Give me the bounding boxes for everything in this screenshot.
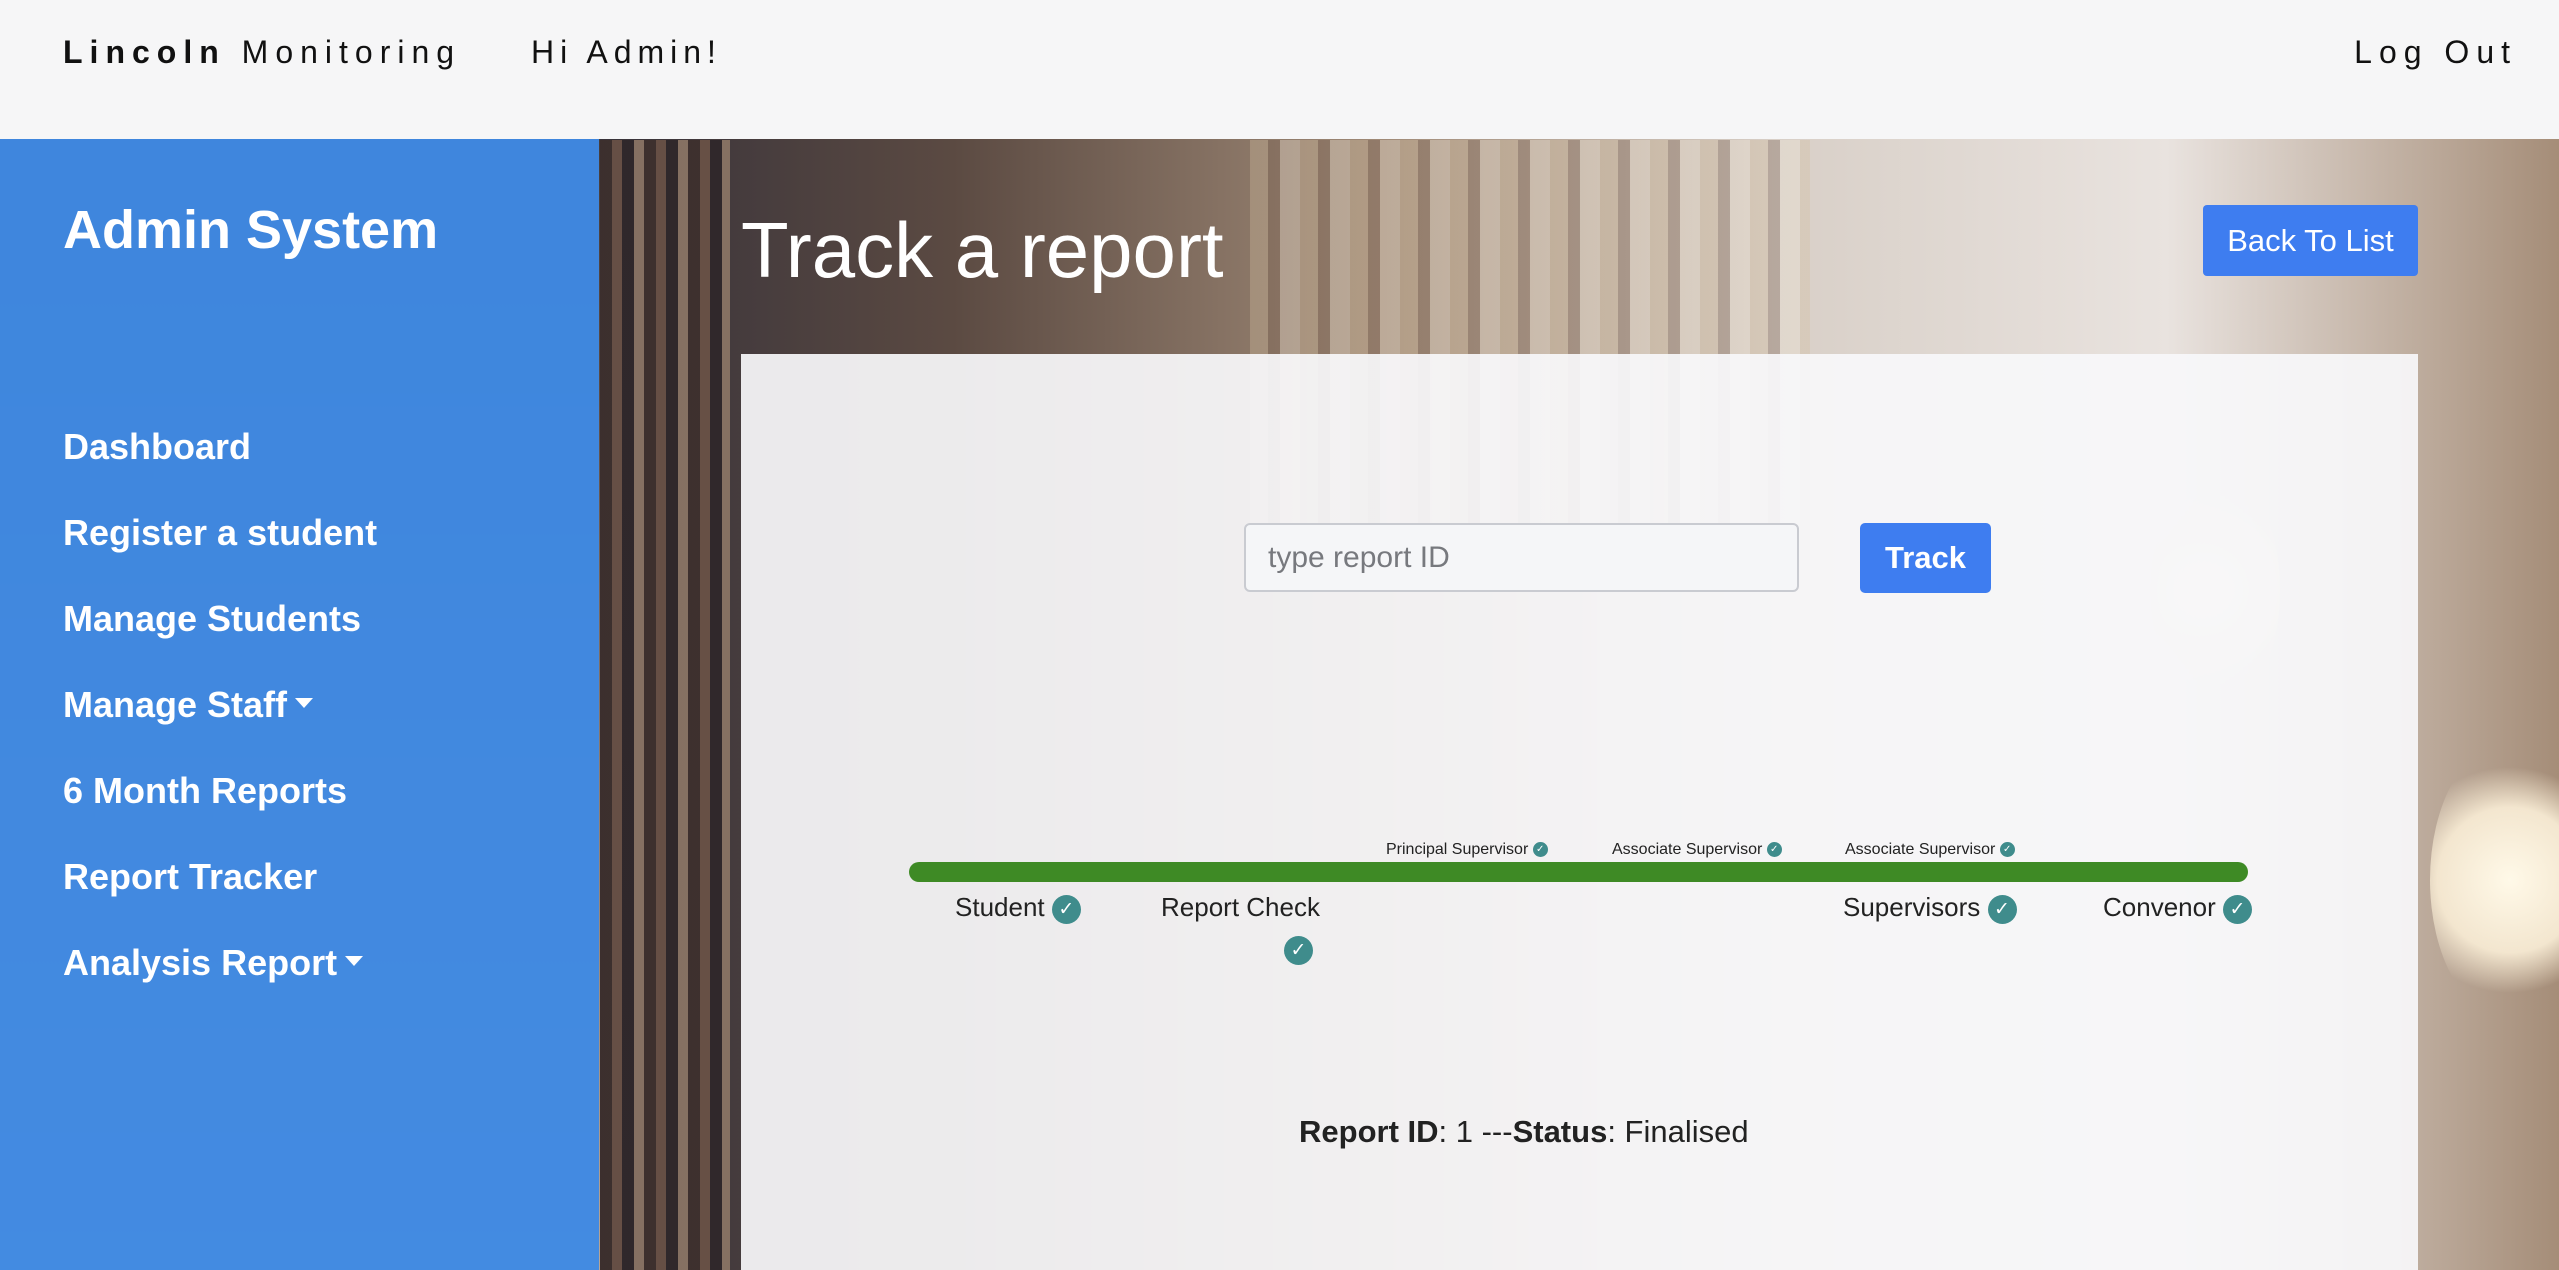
page-title: Track a report <box>741 206 1224 294</box>
brand-logo[interactable]: Lincoln Monitoring <box>63 34 461 71</box>
status-label: Status <box>1512 1114 1608 1149</box>
sidebar-item-label: Analysis Report <box>63 942 338 983</box>
report-id-value: : 1 --- <box>1438 1114 1513 1149</box>
sidebar-title: Admin System <box>63 200 439 260</box>
check-circle-icon: ✓ <box>1999 842 2015 858</box>
logout-link[interactable]: Log Out <box>2354 34 2517 71</box>
supervisor-check-label: Associate Supervisor <box>1845 841 1996 858</box>
sidebar-item-dashboard[interactable]: Dashboard <box>63 426 251 468</box>
sidebar-item-6-month-reports[interactable]: 6 Month Reports <box>63 770 347 812</box>
check-circle-icon: ✓ <box>1532 842 1548 858</box>
sidebar-item-manage-students[interactable]: Manage Students <box>63 598 361 640</box>
stage-label: Supervisors <box>1843 892 1981 922</box>
stage-convenor: Convenor ✓ <box>2103 892 2252 924</box>
supervisor-check-label: Principal Supervisor <box>1386 841 1529 858</box>
book-spines-left <box>600 140 730 1270</box>
associate-supervisor-check-1: Associate Supervisor ✓ <box>1612 841 1782 859</box>
stage-supervisors: Supervisors ✓ <box>1843 892 2017 924</box>
top-navbar: Lincoln Monitoring Hi Admin! Log Out <box>0 0 2559 139</box>
greeting-text: Hi Admin! <box>531 34 722 70</box>
report-id-input[interactable] <box>1244 523 1799 592</box>
tracker-panel: Track Principal Supervisor ✓ Associate S… <box>741 354 2418 1270</box>
sidebar-item-manage-staff[interactable]: Manage Staff <box>63 684 314 726</box>
sidebar: Admin System Dashboard Register a studen… <box>0 139 599 1270</box>
check-circle-icon: ✓ <box>1766 842 1782 858</box>
back-to-list-button[interactable]: Back To List <box>2203 205 2418 276</box>
report-id-label: Report ID <box>1299 1114 1439 1149</box>
stage-label: Student <box>955 892 1045 922</box>
supervisor-check-label: Associate Supervisor <box>1612 841 1763 858</box>
sidebar-item-label: Register a student <box>63 512 378 553</box>
sidebar-item-label: Manage Students <box>63 598 362 639</box>
check-circle-icon: ✓ <box>1987 894 2017 924</box>
associate-supervisor-check-2: Associate Supervisor ✓ <box>1845 841 2015 859</box>
status-value: : Finalised <box>1607 1114 1749 1149</box>
sidebar-item-report-tracker[interactable]: Report Tracker <box>63 856 317 898</box>
principal-supervisor-check: Principal Supervisor ✓ <box>1386 841 1548 859</box>
caret-down-icon <box>345 956 364 967</box>
sidebar-item-label: Dashboard <box>63 426 252 467</box>
stage-report-check: Report Check <box>1161 892 1320 923</box>
report-status-line: Report ID: 1 ---Status: Finalised <box>1299 1114 1749 1150</box>
check-circle-icon: ✓ <box>1284 936 1313 965</box>
brand-rest-text: Monitoring <box>241 34 462 70</box>
caret-down-icon <box>295 698 314 709</box>
track-button[interactable]: Track <box>1860 523 1991 593</box>
progress-bar <box>909 862 2248 882</box>
sidebar-item-label: Manage Staff <box>63 684 288 725</box>
stage-label: Report Check <box>1161 892 1320 922</box>
check-circle-icon: ✓ <box>2222 894 2252 924</box>
stage-student: Student ✓ <box>955 892 1081 924</box>
sidebar-item-label: 6 Month Reports <box>63 770 347 811</box>
brand-bold-text: Lincoln <box>63 34 226 70</box>
sidebar-item-register-student[interactable]: Register a student <box>63 512 377 554</box>
stage-label: Convenor <box>2103 892 2216 922</box>
sidebar-item-analysis-report[interactable]: Analysis Report <box>63 942 364 984</box>
sidebar-item-label: Report Tracker <box>63 856 318 897</box>
check-circle-icon: ✓ <box>1051 894 1081 924</box>
